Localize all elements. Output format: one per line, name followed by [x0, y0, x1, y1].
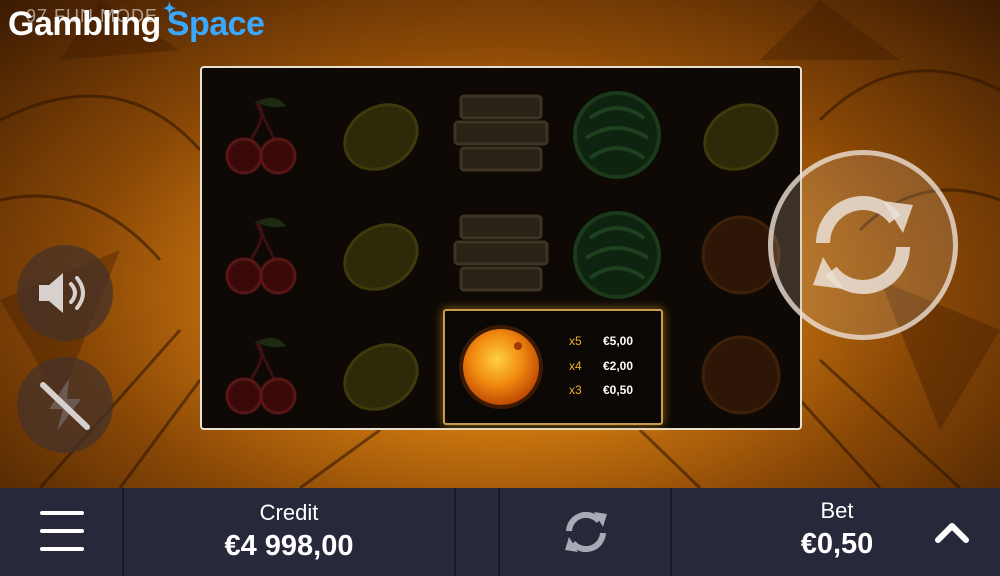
reel-1 [202, 68, 320, 428]
orange-icon [686, 320, 796, 428]
refresh-icon [565, 511, 607, 553]
lemon-icon [686, 80, 796, 190]
paytable-row: x4 €2,00 [569, 354, 659, 379]
credit-label: Credit [259, 500, 319, 525]
pay-amount: €2,00 [603, 358, 634, 373]
reel-2 [322, 68, 440, 428]
brand-word-1: Gambling [8, 4, 161, 43]
orange-icon [453, 319, 549, 415]
lemon-icon [326, 200, 436, 310]
cherry-icon [206, 82, 316, 192]
bar-icon [446, 200, 556, 310]
cherry-icon [206, 322, 316, 428]
brand-word-2: ✦ Space [163, 1, 265, 44]
pay-multiplier: x5 [569, 334, 582, 349]
paytable-popup: x5 €5,00 x4 €2,00 x3 €0,50 [443, 309, 663, 425]
refresh-icon [813, 196, 913, 294]
spin-button[interactable] [768, 150, 958, 340]
menu-button[interactable] [0, 488, 124, 576]
lightning-off-icon [40, 379, 90, 431]
pay-amount: €0,50 [603, 383, 634, 398]
speaker-icon [39, 273, 85, 313]
divider-cell [456, 488, 500, 576]
paytable: x5 €5,00 x4 €2,00 x3 €0,50 [569, 329, 659, 403]
bottom-bar: Credit €4 998,00 Bet €0,50 [0, 488, 1000, 576]
chevron-up-icon[interactable] [934, 520, 970, 544]
bar-icon [446, 80, 556, 190]
hamburger-icon [40, 511, 84, 551]
pay-multiplier: x4 [569, 358, 582, 373]
sound-button[interactable] [17, 245, 113, 341]
autoplay-button[interactable] [500, 488, 672, 576]
watermelon-icon [562, 200, 672, 310]
watermelon-icon [562, 80, 672, 190]
paytable-row: x5 €5,00 [569, 329, 659, 354]
brand-word-2-text: Space [166, 4, 265, 43]
star-icon: ✦ [162, 0, 176, 18]
cherry-icon [206, 202, 316, 312]
bet-panel: Bet €0,50 [672, 488, 1000, 576]
pay-amount: €5,00 [603, 334, 634, 349]
pay-multiplier: x3 [569, 383, 582, 398]
lemon-icon [326, 80, 436, 190]
credit-value: €4 998,00 [224, 530, 354, 562]
turbo-button[interactable] [17, 357, 113, 453]
lemon-icon [326, 320, 436, 428]
credit-panel: Credit €4 998,00 [124, 488, 456, 576]
brand-logo: Gambling ✦ Space [8, 1, 265, 44]
paytable-row: x3 €0,50 [569, 378, 659, 403]
